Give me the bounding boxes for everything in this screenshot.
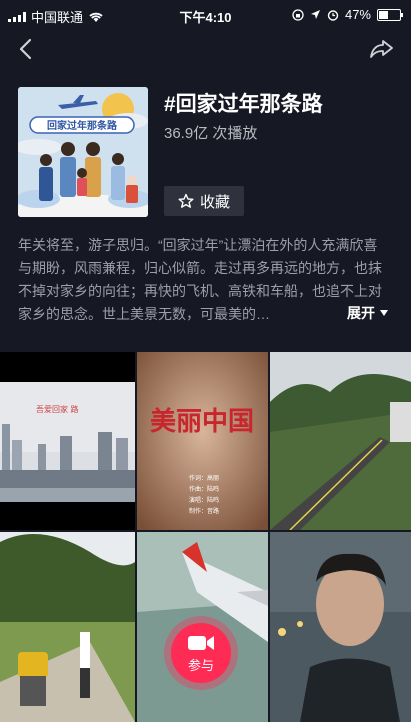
video-credit-line: 作曲：陆鸣 bbox=[189, 485, 219, 493]
video-thumbnail[interactable] bbox=[270, 352, 411, 530]
expand-button[interactable]: 展开 bbox=[337, 303, 389, 323]
favorite-label: 收藏 bbox=[199, 193, 230, 211]
nav-bar bbox=[0, 30, 411, 70]
expand-label: 展开 bbox=[347, 305, 375, 321]
participate-button[interactable]: 参与 bbox=[164, 616, 238, 690]
battery-icon bbox=[377, 8, 403, 21]
topic-title: #回家过年那条路 bbox=[164, 93, 323, 116]
favorite-button[interactable]: 收藏 bbox=[164, 186, 244, 216]
video-overlay-text: 美丽中国 bbox=[150, 406, 254, 437]
play-count: 36.9亿 次播放 bbox=[164, 125, 258, 142]
video-overlay-text: 吾爱回家 路 bbox=[36, 404, 79, 414]
video-thumbnail[interactable] bbox=[270, 532, 411, 722]
video-thumbnail[interactable]: 吾爱回家 路 bbox=[0, 352, 135, 530]
video-credit-line: 作词：高丽 bbox=[189, 474, 219, 482]
video-thumbnail[interactable]: 美丽中国 作词：高丽 作曲：陆鸣 演唱：陆鸣 制作：音路 bbox=[137, 352, 268, 530]
back-icon[interactable] bbox=[14, 36, 40, 62]
video-camera-icon bbox=[188, 635, 214, 650]
cover-text: 回家过年那条路 bbox=[47, 119, 118, 132]
caret-down-icon bbox=[380, 310, 388, 316]
topic-description: 年关将至，游子思归。“回家过年”让漂泊在外的人充满欣喜与期盼，风雨兼程，归心似箭… bbox=[18, 237, 382, 322]
share-icon[interactable] bbox=[369, 36, 395, 62]
location-icon bbox=[310, 10, 320, 19]
star-icon bbox=[178, 193, 194, 208]
battery-percent: 47% bbox=[344, 7, 371, 22]
alarm-icon bbox=[327, 9, 339, 21]
video-thumbnail[interactable] bbox=[0, 532, 135, 722]
participate-label: 参与 bbox=[187, 657, 214, 673]
status-bar: 中国联通 下午4:10 47% bbox=[0, 0, 411, 30]
topic-cover-image: 回家过年那条路 bbox=[18, 87, 148, 217]
rotation-lock-icon bbox=[292, 8, 304, 21]
video-credit-line: 演唱：陆鸣 bbox=[189, 496, 219, 504]
video-credit-line: 制作：音路 bbox=[189, 507, 219, 515]
